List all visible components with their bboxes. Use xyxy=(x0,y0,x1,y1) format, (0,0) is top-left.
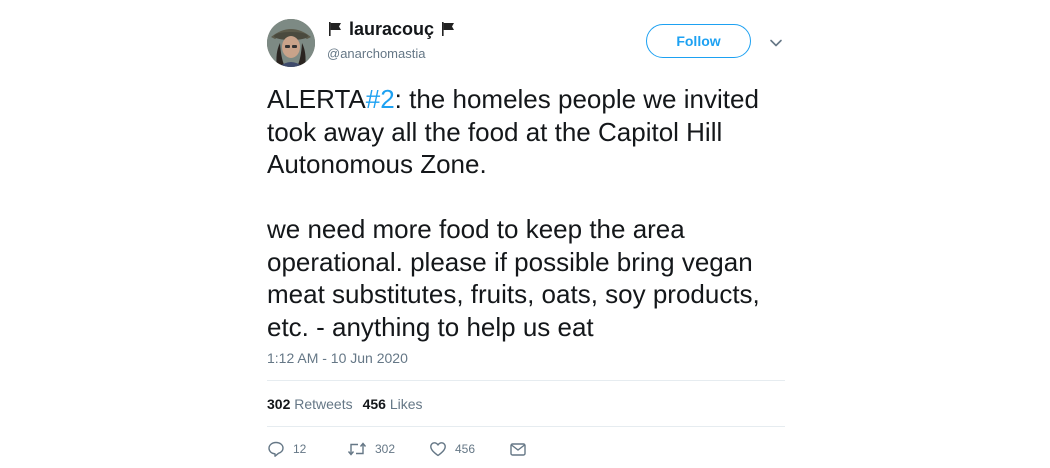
heart-icon xyxy=(429,440,447,458)
tweet-paragraph: we need more food to keep the area opera… xyxy=(267,214,760,342)
user-names: lauracouç @anarchomastia xyxy=(327,18,456,62)
tweet-prefix: ALERTA xyxy=(267,84,366,114)
hashtag-link[interactable]: #2 xyxy=(366,84,395,114)
retweets-count: 302 xyxy=(267,396,291,412)
tweet-text: ALERTA#2: the homeles people we invited … xyxy=(267,83,787,343)
chevron-down-icon[interactable] xyxy=(769,36,783,50)
avatar[interactable] xyxy=(267,19,315,67)
tweet-card: lauracouç @anarchomastia Follow ALERTA#2… xyxy=(267,0,785,468)
like-count: 456 xyxy=(455,442,476,456)
follow-button[interactable]: Follow xyxy=(646,24,751,58)
likes-stat[interactable]: 456 Likes xyxy=(363,396,423,412)
tweet-stats: 302 Retweets 456 Likes xyxy=(267,396,423,412)
flag-icon xyxy=(327,21,343,37)
reply-count: 12 xyxy=(293,442,307,456)
retweet-button[interactable]: 302 xyxy=(347,440,429,458)
envelope-icon xyxy=(509,440,527,458)
retweets-stat[interactable]: 302 Retweets xyxy=(267,396,353,412)
tweet-timestamp[interactable]: 1:12 AM - 10 Jun 2020 xyxy=(267,350,408,366)
display-name-row[interactable]: lauracouç xyxy=(327,18,456,40)
display-name: lauracouç xyxy=(349,19,435,39)
user-handle[interactable]: @anarchomastia xyxy=(327,46,456,62)
likes-count: 456 xyxy=(362,396,386,412)
like-button[interactable]: 456 xyxy=(429,440,509,458)
reply-button[interactable]: 12 xyxy=(267,440,347,458)
tweet-paragraph: ALERTA#2: the homeles people we invited … xyxy=(267,83,787,181)
divider xyxy=(267,426,785,427)
retweet-icon xyxy=(347,440,367,458)
tweet-actions: 12 302 456 xyxy=(267,440,527,458)
direct-message-button[interactable] xyxy=(509,440,527,458)
reply-icon xyxy=(267,440,285,458)
likes-label: Likes xyxy=(389,396,423,412)
flag-icon xyxy=(440,21,456,37)
retweet-count: 302 xyxy=(375,442,396,456)
retweets-label: Retweets xyxy=(294,396,353,412)
divider xyxy=(267,380,785,381)
